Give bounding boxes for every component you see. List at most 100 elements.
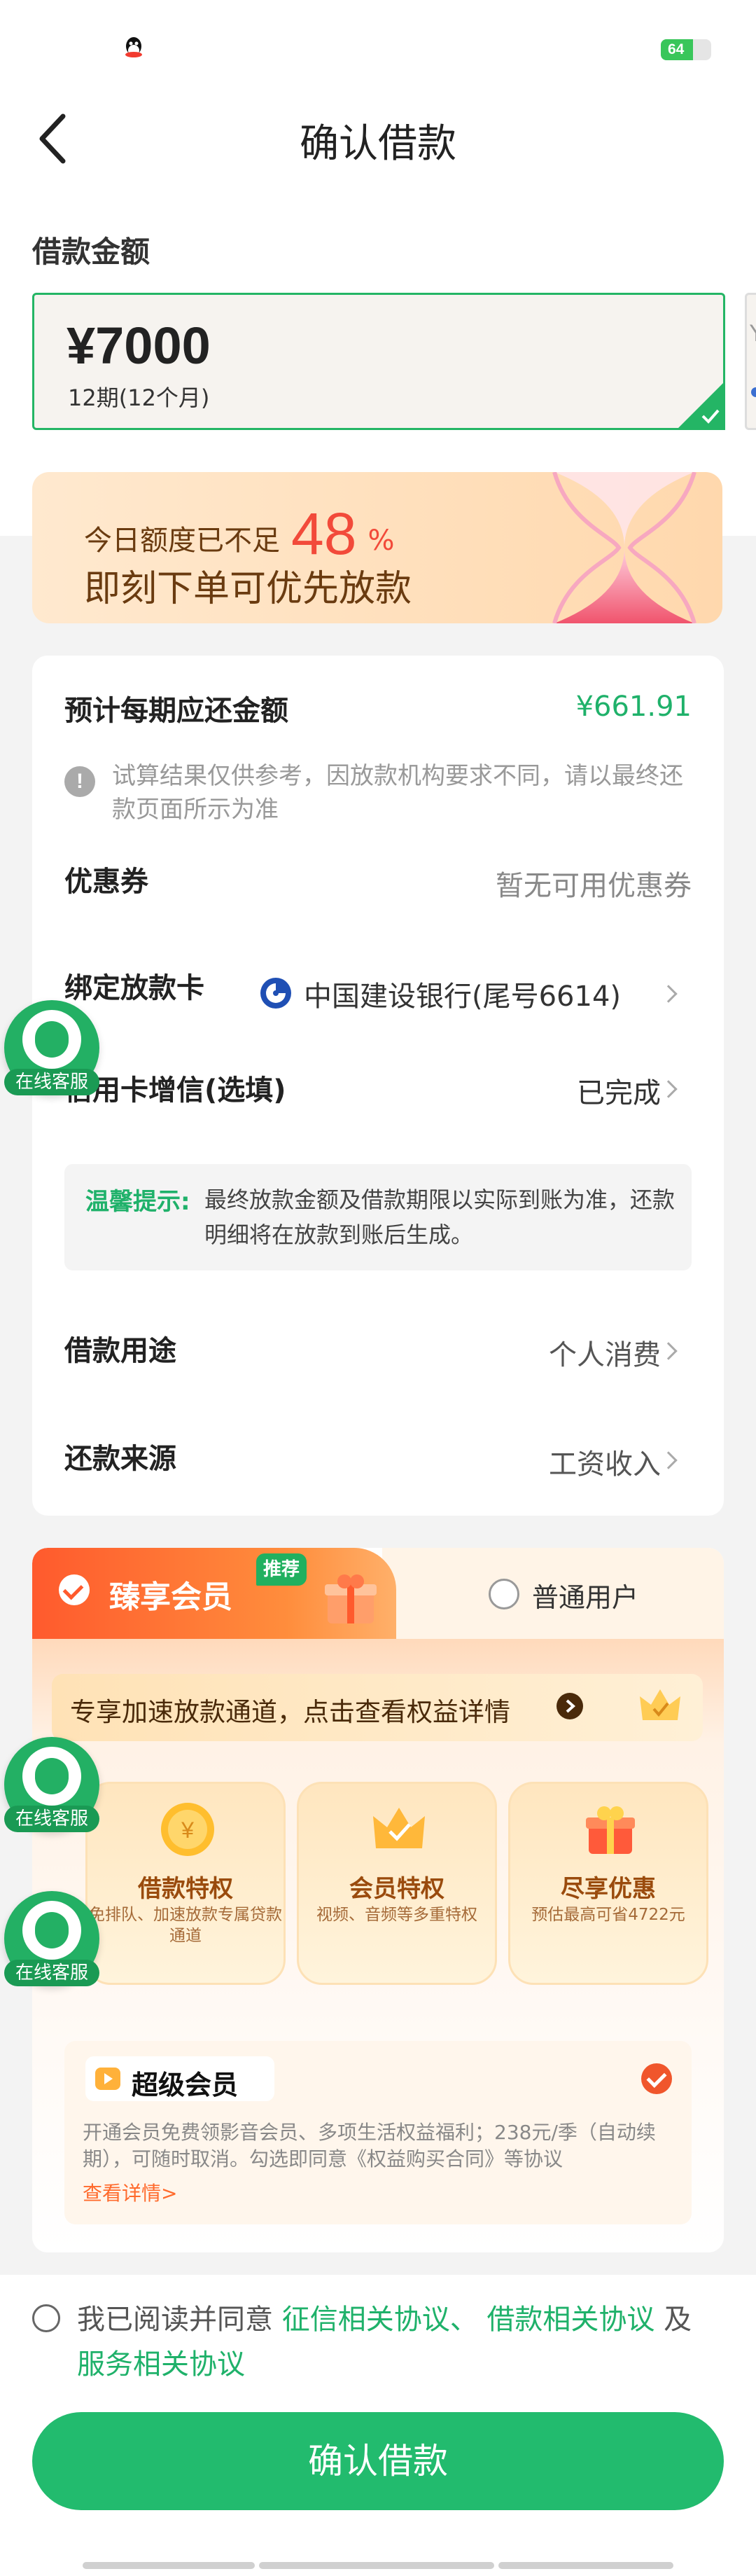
nav-indicator [259, 2562, 494, 2569]
service-agreement-link[interactable]: 服务相关协议 [77, 2348, 245, 2381]
online-service-button[interactable]: 在线客服 [4, 1891, 99, 1986]
nav-indicator [83, 2562, 255, 2569]
headset-icon [22, 1010, 81, 1069]
agreement-joiner: 及 [664, 2304, 692, 2336]
notice-box: 温馨提示: 最终放款金额及借款期限以实际到账为准，还款明细将在放款到账后生成。 [64, 1164, 692, 1270]
online-service-label: 在线客服 [4, 1806, 99, 1832]
coupon-row[interactable]: 优惠券 暂无可用优惠券 [32, 845, 724, 922]
tab-premium-member[interactable]: 臻享会员 推荐 [32, 1548, 396, 1639]
repayment-source-label: 还款来源 [64, 1443, 176, 1475]
loan-purpose-value: 个人消费 [549, 1339, 661, 1371]
tab-normal-label: 普通用户 [532, 1582, 639, 1613]
crown-badge-icon [640, 1689, 680, 1720]
tab-normal-user[interactable]: 普通用户 [382, 1548, 724, 1639]
super-member-title-pill: 超级会员 [85, 2056, 274, 2101]
loan-details-card: 预计每期应还金额 ¥661.91 ! 试算结果仅供参考，因放款机构要求不同，请以… [32, 656, 724, 1516]
quota-promo-banner: 今日额度已不足 48% 即刻下单可优先放款 [32, 472, 722, 623]
perk-subtitle: 视频、音频等多重特权 [316, 1906, 477, 1924]
bank-card-row[interactable]: 绑定放款卡 中国建设银行(尾号6614) [32, 950, 724, 1027]
nav-indicator [498, 2562, 673, 2569]
promo-line1: 今日额度已不足 48% [84, 500, 394, 568]
agreement-prefix: 我已阅读并同意 [77, 2304, 273, 2336]
loan-purpose-row[interactable]: 借款用途 个人消费 [32, 1314, 724, 1391]
arrow-right-circle-icon [556, 1693, 583, 1719]
credit-boost-value: 已完成 [577, 1077, 661, 1109]
super-member-details-link[interactable]: 查看详情> [83, 2178, 177, 2206]
loan-amount-value: ¥7000 [66, 317, 211, 375]
ccb-bank-icon [260, 978, 291, 1009]
agreement-checkbox[interactable] [32, 2304, 60, 2332]
promo-percent: 48 [291, 501, 357, 567]
chevron-right-icon [659, 1080, 678, 1098]
normal-user-radio[interactable] [489, 1579, 519, 1609]
perk-title: 会员特权 [349, 1875, 444, 1903]
chevron-right-icon [659, 1342, 678, 1360]
super-member-title: 超级会员 [132, 2070, 239, 2100]
next-card-text: Y [750, 320, 756, 347]
loan-purpose-label: 借款用途 [64, 1335, 176, 1367]
qq-icon [125, 37, 142, 57]
repayment-value: ¥661.91 [575, 691, 692, 723]
headset-icon [22, 1747, 81, 1806]
bottom-action-area: 我已阅读并同意 征信相关协议、 借款相关协议 及 服务相关协议 确认借款 [0, 2275, 756, 2576]
online-service-label: 在线客服 [4, 1960, 99, 1986]
super-member-check-icon[interactable] [641, 2063, 672, 2094]
perk-card-discount[interactable]: 尽享优惠 预估最高可省4722元 [508, 1782, 708, 1985]
gift-icon [586, 1806, 635, 1854]
promo-prefix: 今日额度已不足 [84, 525, 280, 557]
confirm-loan-button[interactable]: 确认借款 [32, 2412, 724, 2510]
crown-icon [373, 1808, 425, 1848]
loan-agreement-link[interactable]: 借款相关协议 [486, 2304, 654, 2336]
selected-check-icon [676, 381, 725, 430]
next-card-dot [751, 387, 756, 397]
perk-subtitle: 预估最高可省4722元 [531, 1906, 685, 1924]
accelerate-text: 专享加速放款通道，点击查看权益详情 [70, 1697, 510, 1727]
perk-subtitle: 免排队、加速放款专属贷款通道 [89, 1906, 282, 1945]
info-icon: ! [64, 766, 95, 797]
notice-title: 温馨提示: [85, 1188, 190, 1216]
online-service-button[interactable]: 在线客服 [4, 1737, 99, 1832]
chevron-right-icon [659, 985, 678, 1003]
repayment-label: 预计每期应还金额 [64, 695, 288, 727]
recommend-badge: 推荐 [256, 1553, 307, 1586]
page-title: 确认借款 [300, 121, 456, 167]
repayment-source-row[interactable]: 还款来源 工资收入 [32, 1422, 724, 1499]
online-service-button[interactable]: 在线客服 [4, 1000, 99, 1095]
notice-text: 最终放款金额及借款期限以实际到账为准，还款明细将在放款到账后生成。 [204, 1186, 676, 1248]
battery-indicator: 64 [661, 39, 711, 60]
agreement-text: 我已阅读并同意 征信相关协议、 借款相关协议 及 服务相关协议 [77, 2297, 707, 2387]
svg-text:¥: ¥ [181, 1817, 194, 1843]
coupon-value: 暂无可用优惠券 [496, 870, 692, 902]
super-member-box[interactable]: 超级会员 开通会员免费领影音会员、多项生活权益福利；238元/季（自动续期），可… [64, 2041, 692, 2224]
tab-premium-label: 臻享会员 [109, 1579, 232, 1615]
disclaimer-text: 试算结果仅供参考，因放款机构要求不同，请以最终还款页面所示为准 [112, 762, 683, 824]
credit-agreement-link[interactable]: 征信相关协议、 [282, 2304, 478, 2336]
chevron-right-icon [659, 1451, 678, 1469]
perk-card-loan[interactable]: ¥ 借款特权 免排队、加速放款专属贷款通道 [85, 1782, 286, 1985]
credit-boost-row[interactable]: 信用卡增信(选填) 已完成 [32, 1058, 724, 1135]
accelerate-banner[interactable]: 专享加速放款通道，点击查看权益详情 [52, 1674, 703, 1741]
promo-percent-unit: % [368, 525, 395, 557]
online-service-label: 在线客服 [4, 1069, 99, 1095]
super-member-desc: 开通会员免费领影音会员、多项生活权益福利；238元/季（自动续期），可随时取消。… [83, 2121, 656, 2170]
promo-line2: 即刻下单可优先放款 [84, 568, 412, 610]
bank-card-value: 中国建设银行(尾号6614) [304, 981, 622, 1013]
premium-check-icon [59, 1574, 90, 1605]
loan-amount-card-next[interactable]: Y [745, 293, 756, 430]
perk-card-member[interactable]: 会员特权 视频、音频等多重特权 [297, 1782, 497, 1985]
bank-card-label: 绑定放款卡 [64, 972, 204, 1004]
hourglass-icon [552, 472, 696, 623]
loan-amount-label: 借款金额 [32, 235, 150, 269]
membership-card: 普通用户 臻享会员 推荐 专享加速放款通道，点击查看权益详情 ¥ 借款特权 免排… [32, 1548, 724, 2252]
repayment-source-value: 工资收入 [549, 1448, 661, 1481]
gift-box-icon [325, 1574, 377, 1623]
coupon-label: 优惠券 [64, 866, 148, 898]
play-icon [95, 2068, 120, 2090]
perk-title: 借款特权 [138, 1875, 233, 1903]
loan-term: 12期(12个月) [68, 385, 210, 411]
loan-amount-card[interactable]: ¥7000 12期(12个月) [32, 293, 725, 430]
coin-icon: ¥ [161, 1803, 214, 1856]
headset-icon [22, 1901, 81, 1960]
battery-level: 64 [668, 41, 685, 57]
perk-title: 尽享优惠 [561, 1875, 656, 1903]
